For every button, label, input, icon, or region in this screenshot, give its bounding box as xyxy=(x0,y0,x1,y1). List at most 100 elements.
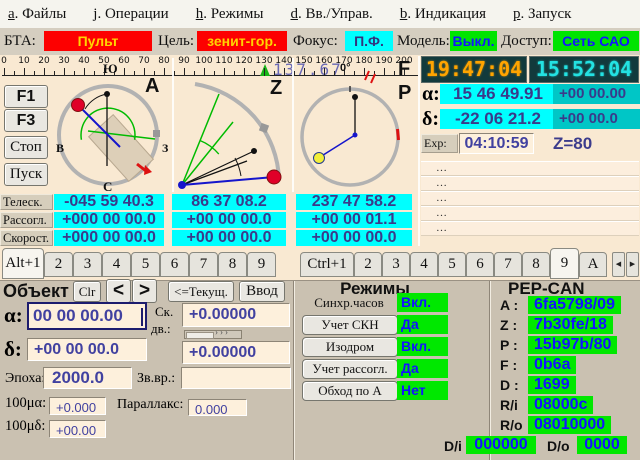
log-row: … xyxy=(421,176,639,191)
tab-alt-alt+1[interactable]: Alt+1 xyxy=(2,248,44,279)
menu-item-p[interactable]: pЗапуск xyxy=(513,6,571,23)
pep-row-value-1: 7b30fe/18 xyxy=(528,316,613,334)
prev-object-button[interactable]: < xyxy=(106,279,131,303)
menu-item-label: Файлы xyxy=(15,6,67,22)
panel-separator xyxy=(418,56,420,246)
tab-ctrl-a[interactable]: A xyxy=(579,252,607,277)
log-row: … xyxy=(421,191,639,206)
access-badge: Сеть САО xyxy=(553,31,639,51)
bta-label: БТА: xyxy=(4,31,36,52)
pep-row-value-5: 08000c xyxy=(528,396,593,414)
exposure-value: 04:10:59 xyxy=(459,133,534,154)
mode-label-0: Синхр.часов xyxy=(302,293,396,312)
mode-button-4[interactable]: Обход по А xyxy=(302,381,398,401)
alpha-value: 15 46 49.91 xyxy=(440,84,556,104)
object-alpha-input[interactable]: 00 00 00.00 xyxy=(27,302,147,330)
control-button-2[interactable]: F3 xyxy=(4,109,48,132)
mu-alpha-label: 100μα: xyxy=(5,395,46,412)
log-row: … xyxy=(421,161,639,176)
tab-alt-6[interactable]: 6 xyxy=(160,252,189,277)
tab-ctrl-4[interactable]: 4 xyxy=(410,252,438,277)
telemetry-value-z: +00 00 00.0 xyxy=(172,212,286,228)
zenith-dot xyxy=(104,91,110,97)
tab-ctrl-7[interactable]: 7 xyxy=(494,252,522,277)
tab-ctrl-9[interactable]: 9 xyxy=(550,248,579,279)
tab-ctrl-8[interactable]: 8 xyxy=(522,252,550,277)
parallax-field[interactable]: 0.000 xyxy=(188,399,247,416)
pep-row-value-6: 08010000 xyxy=(528,416,611,434)
panel-divider xyxy=(489,281,491,460)
tab-ctrl-5[interactable]: 5 xyxy=(438,252,466,277)
zenith-distance-value: Z=80 xyxy=(553,134,592,154)
mode-button-1[interactable]: Учет СКН xyxy=(302,315,398,335)
menu-item-b[interactable]: bИндикация xyxy=(400,6,486,23)
menu-item-d[interactable]: dВв./Управ. xyxy=(290,6,372,23)
menu-bar: aФайлы jОперации hРежимы dВв./Управ. bИндика… xyxy=(0,0,640,28)
tab-alt-7[interactable]: 7 xyxy=(189,252,218,277)
clear-button[interactable]: Clr xyxy=(73,281,101,302)
control-button-3[interactable]: Стоп xyxy=(4,136,48,159)
log-row: … xyxy=(421,221,639,236)
speed-slider[interactable]: ››› xyxy=(184,330,242,339)
telemetry-row-label: Рассогл. xyxy=(0,212,53,228)
ruler-major-tick xyxy=(24,68,25,76)
azimuth-dial: Ю В З С A xyxy=(55,60,170,192)
control-button-1[interactable]: F1 xyxy=(4,85,48,108)
red-tick-2 xyxy=(371,74,375,83)
menu-hotkey: p xyxy=(513,6,521,22)
tab-ctrl-3[interactable]: 3 xyxy=(382,252,410,277)
tab-alt-9[interactable]: 9 xyxy=(247,252,276,277)
copy-current-button[interactable]: <=Текущ. xyxy=(168,281,234,302)
ruler-minor-tick xyxy=(34,71,35,76)
dial-a-label: A xyxy=(145,75,159,97)
tab-alt-8[interactable]: 8 xyxy=(218,252,247,277)
tab-alt-4[interactable]: 4 xyxy=(102,252,131,277)
compass-west-label: З xyxy=(162,141,168,155)
telemetry-value-z: +00 00 00.0 xyxy=(172,230,286,246)
tab-alt-3[interactable]: 3 xyxy=(73,252,102,277)
tab-scroll-left-icon[interactable]: ◀ xyxy=(612,252,625,277)
object-alpha-label: α: xyxy=(4,303,23,328)
enter-button[interactable]: Ввод xyxy=(239,281,285,302)
object-z-dot xyxy=(251,148,257,154)
delta-speed-field[interactable]: +0.00000 xyxy=(182,341,290,364)
mu-delta-field[interactable]: +00.00 xyxy=(49,420,106,438)
red-tick-1 xyxy=(365,71,369,80)
alpha-speed-field[interactable]: +0.00000 xyxy=(182,303,290,327)
object-delta-label: δ: xyxy=(4,337,22,362)
origin-dot xyxy=(178,181,186,189)
console-mode-badge: Пульт xyxy=(44,31,152,51)
speed-slider-thumb[interactable] xyxy=(186,332,214,339)
pep-row-value-3: 0b6a xyxy=(528,356,576,374)
mode-button-3[interactable]: Учет рассогл. xyxy=(302,359,398,379)
object-panel-title: Объект xyxy=(3,281,69,302)
object-delta-field[interactable]: +00 00 00.0 xyxy=(27,338,147,361)
red-ring-mark xyxy=(398,129,399,140)
tab-ctrl-6[interactable]: 6 xyxy=(466,252,494,277)
ruler-major-tick xyxy=(4,68,5,76)
target-label: Цель: xyxy=(158,31,194,52)
dial-ring xyxy=(302,89,398,185)
mu-alpha-field[interactable]: +0.000 xyxy=(49,397,106,415)
next-object-button[interactable]: > xyxy=(132,279,157,303)
control-button-4[interactable]: Пуск xyxy=(4,163,48,186)
menu-item-label: Режимы xyxy=(203,6,263,22)
alpha-label: α: xyxy=(422,83,440,106)
menu-item-a[interactable]: aФайлы xyxy=(8,6,66,23)
tab-scroll-right-icon[interactable]: ▶ xyxy=(626,252,639,277)
telemetry-row-label: Телеск. xyxy=(0,194,53,210)
rotator-dial: 0° F P xyxy=(295,58,418,194)
panel-divider xyxy=(293,281,295,460)
tab-alt-2[interactable]: 2 xyxy=(44,252,73,277)
tab-alt-5[interactable]: 5 xyxy=(131,252,160,277)
sidereal-time-field[interactable] xyxy=(181,367,291,389)
mode-button-2[interactable]: Изодром xyxy=(302,337,398,357)
menu-item-h[interactable]: hРежимы xyxy=(196,6,264,23)
menu-item-j[interactable]: jОперации xyxy=(93,6,168,23)
tab-ctrl-2[interactable]: 2 xyxy=(354,252,382,277)
tab-ctrl-ctrl+1[interactable]: Ctrl+1 xyxy=(300,252,354,277)
model-badge: Выкл. xyxy=(450,31,497,51)
epoch-field[interactable]: 2000.0 xyxy=(43,367,132,389)
telemetry-value-p: +00 00 00.0 xyxy=(296,230,412,246)
telemetry-value-a: -045 59 40.3 xyxy=(54,194,164,210)
